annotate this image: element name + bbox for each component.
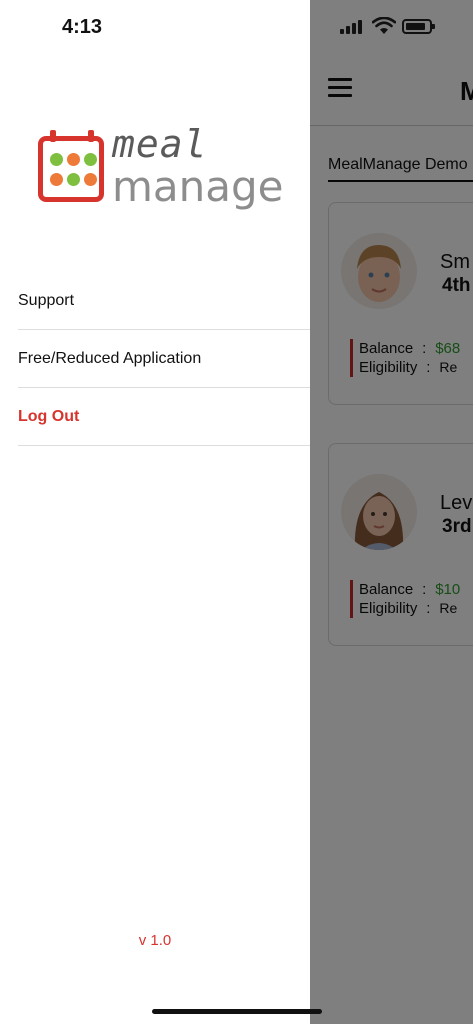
status-time: 4:13 (62, 16, 103, 38)
battery-icon (402, 19, 435, 34)
menu-item-free-reduced-application[interactable]: Free/Reduced Application (18, 330, 310, 388)
drawer-menu: Support Free/Reduced Application Log Out (18, 272, 310, 446)
wifi-icon (371, 16, 397, 35)
app-version: v 1.0 (138, 932, 172, 949)
logo-word-meal: meal (112, 122, 208, 166)
side-drawer: meal manage Support Free/Reduced Applica… (0, 0, 310, 1024)
menu-item-support[interactable]: Support (18, 272, 310, 330)
calendar-logo-icon (38, 136, 104, 202)
cellular-signal-icon (340, 20, 364, 34)
logo-word-manage: manage (112, 162, 284, 211)
home-indicator[interactable] (152, 1009, 322, 1014)
menu-item-log-out[interactable]: Log Out (18, 388, 310, 446)
mealmanage-logo: meal manage (36, 122, 284, 220)
